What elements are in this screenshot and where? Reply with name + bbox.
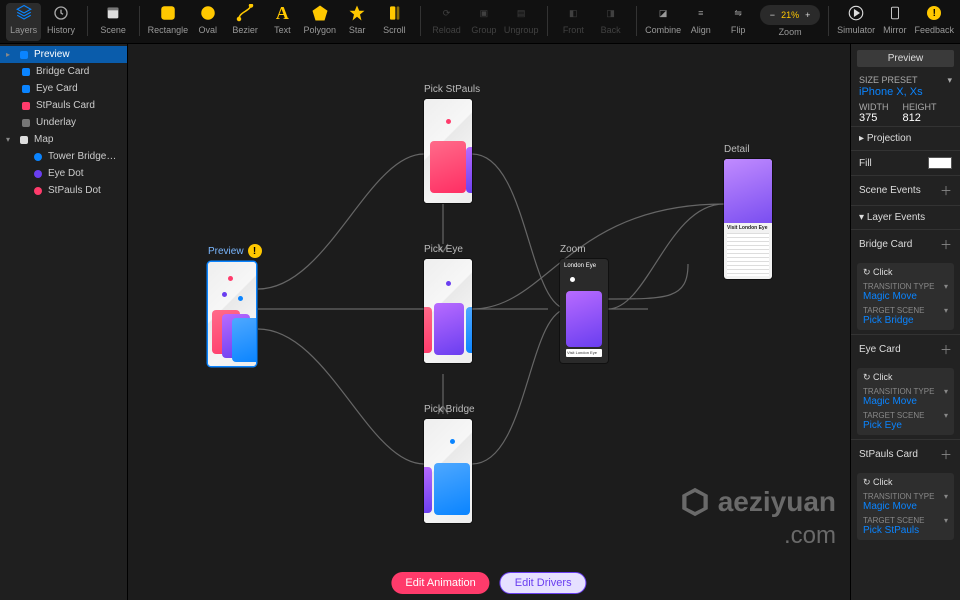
edit-drivers-button[interactable]: Edit Drivers (500, 572, 587, 594)
ungroup-icon: ▤ (511, 3, 531, 23)
node-preview[interactable]: Preview! (208, 244, 262, 366)
scene-button[interactable]: Scene (95, 3, 130, 41)
bezier-icon (235, 3, 255, 23)
star-icon (347, 3, 367, 23)
inspector-panel: Preview SIZE PRESET▾ iPhone X, Xs WIDTH3… (850, 44, 960, 600)
layers-icon (14, 3, 34, 23)
size-preset[interactable]: SIZE PRESET▾ iPhone X, Xs (851, 73, 960, 100)
rectangle-icon (158, 3, 178, 23)
height-field[interactable]: HEIGHT812 (903, 102, 937, 124)
scene-events-section[interactable]: Scene Events＋ (851, 175, 960, 205)
edit-animation-button[interactable]: Edit Animation (391, 572, 489, 594)
reload-icon: ⟳ (437, 3, 457, 23)
history-tab[interactable]: History (43, 3, 78, 41)
zoom-value: 21% (781, 10, 799, 20)
layers-panel: ▸Preview Bridge Card Eye Card StPauls Ca… (0, 44, 128, 600)
text-icon: A (272, 3, 292, 23)
simulator-button[interactable]: Simulator (837, 3, 875, 41)
front-button[interactable]: ◧Front (556, 3, 591, 41)
warning-badge-icon: ! (248, 244, 262, 258)
flip-button[interactable]: ⇋Flip (720, 3, 755, 41)
event-group-header[interactable]: Eye Card＋ (851, 334, 960, 364)
canvas[interactable]: Preview! Pick StPauls Pick Eye (128, 44, 850, 600)
layer-map[interactable]: ▾Map (0, 131, 127, 148)
reload-button[interactable]: ⟳Reload (429, 3, 464, 41)
flip-icon: ⇋ (728, 3, 748, 23)
add-event-icon[interactable]: ＋ (940, 341, 952, 358)
oval-icon (198, 3, 218, 23)
event-group-header[interactable]: Bridge Card＋ (851, 229, 960, 259)
zoom-out-icon[interactable]: − (770, 10, 775, 20)
node-pick-stpauls[interactable]: Pick StPauls (424, 84, 480, 203)
watermark: aeziyuan .com (678, 485, 836, 550)
event-card[interactable]: ↻ ClickTRANSITION TYPE▾Magic MoveTARGET … (857, 368, 954, 435)
history-icon (51, 3, 71, 23)
layer-bridge-card[interactable]: Bridge Card (0, 63, 127, 80)
add-scene-event-icon[interactable]: ＋ (940, 182, 952, 199)
combine-icon: ◪ (653, 3, 673, 23)
width-field[interactable]: WIDTH375 (859, 102, 889, 124)
chevron-down-icon: ▾ (947, 75, 952, 86)
node-zoom[interactable]: Zoom London Eye Visit London Eye (560, 244, 608, 363)
group-icon: ▣ (474, 3, 494, 23)
bottom-toolbar: Edit Animation Edit Drivers (391, 572, 586, 594)
star-tool[interactable]: Star (339, 3, 374, 41)
add-event-icon[interactable]: ＋ (940, 236, 952, 253)
feedback-button[interactable]: !Feedback (914, 3, 954, 41)
zoom-in-icon[interactable]: + (805, 10, 810, 20)
fill-swatch[interactable] (928, 157, 952, 169)
layer-events-section[interactable]: ▾ Layer Events (851, 205, 960, 229)
feedback-icon: ! (924, 3, 944, 23)
toolbar: Layers History Scene Rectangle Oval Bezi… (0, 0, 960, 44)
projection-section[interactable]: ▸ Projection (851, 126, 960, 150)
bezier-tool[interactable]: Bezier (227, 3, 262, 41)
oval-tool[interactable]: Oval (190, 3, 225, 41)
back-icon: ◨ (601, 3, 621, 23)
inspector-title: Preview (857, 50, 954, 67)
node-detail[interactable]: Detail Visit London Eye (724, 144, 772, 279)
front-icon: ◧ (563, 3, 583, 23)
mirror-button[interactable]: Mirror (877, 3, 912, 41)
align-button[interactable]: ≡Align (683, 3, 718, 41)
add-event-icon[interactable]: ＋ (940, 446, 952, 463)
node-pick-eye[interactable]: Pick Eye (424, 244, 472, 363)
scene-icon (103, 3, 123, 23)
group-button[interactable]: ▣Group (466, 3, 501, 41)
event-card[interactable]: ↻ ClickTRANSITION TYPE▾Magic MoveTARGET … (857, 263, 954, 330)
event-group-header[interactable]: StPauls Card＋ (851, 439, 960, 469)
layer-stpauls-card[interactable]: StPauls Card (0, 97, 127, 114)
polygon-icon (310, 3, 330, 23)
ungroup-button[interactable]: ▤Ungroup (504, 3, 539, 41)
layer-eye-card[interactable]: Eye Card (0, 80, 127, 97)
node-pick-bridge[interactable]: Pick Bridge (424, 404, 475, 523)
combine-button[interactable]: ◪Combine (645, 3, 681, 41)
play-icon (846, 3, 866, 23)
back-button[interactable]: ◨Back (593, 3, 628, 41)
scroll-icon (384, 3, 404, 23)
fill-section[interactable]: Fill (851, 150, 960, 175)
rectangle-tool[interactable]: Rectangle (148, 3, 189, 41)
layer-stpauls-dot[interactable]: StPauls Dot (0, 182, 127, 199)
text-tool[interactable]: AText (265, 3, 300, 41)
polygon-tool[interactable]: Polygon (302, 3, 337, 41)
layers-tab[interactable]: Layers (6, 3, 41, 41)
scroll-tool[interactable]: Scroll (377, 3, 412, 41)
align-icon: ≡ (691, 3, 711, 23)
layer-tower-bridge-dot[interactable]: Tower Bridge… (0, 148, 127, 165)
zoom-control[interactable]: −21%+ Zoom (760, 3, 821, 37)
layer-preview[interactable]: ▸Preview (0, 46, 127, 63)
mirror-icon (885, 3, 905, 23)
event-card[interactable]: ↻ ClickTRANSITION TYPE▾Magic MoveTARGET … (857, 473, 954, 540)
layer-eye-dot[interactable]: Eye Dot (0, 165, 127, 182)
layer-underlay[interactable]: Underlay (0, 114, 127, 131)
